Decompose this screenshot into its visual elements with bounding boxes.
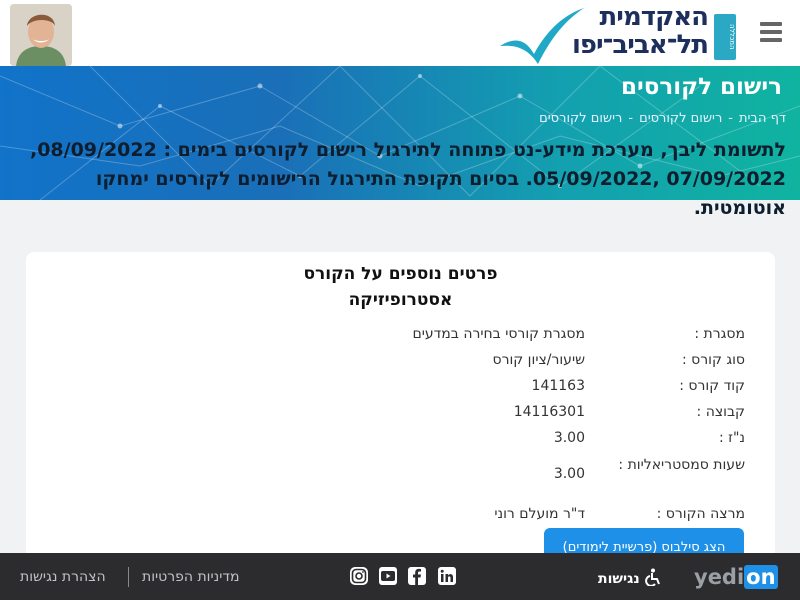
accessibility-button[interactable]: נגישות — [598, 568, 661, 587]
top-bar: האקדמית תל־אביב־יפו המכללה — [0, 0, 800, 68]
youtube-icon[interactable] — [379, 567, 397, 585]
detail-value: 3.00 — [553, 466, 585, 482]
page-title: רישום לקורסים — [621, 74, 782, 100]
card-title: פרטים נוספים על הקורס — [303, 264, 498, 284]
detail-label: קוד קורס : — [679, 378, 745, 394]
user-avatar[interactable] — [10, 4, 72, 66]
breadcrumb-separator: - — [728, 111, 733, 126]
linkedin-icon[interactable] — [438, 567, 456, 585]
footer-divider — [128, 567, 129, 587]
instagram-icon[interactable] — [350, 567, 368, 585]
logo-main-text: האקדמית — [599, 2, 709, 32]
detail-label: מרצה הקורס : — [656, 506, 745, 522]
detail-value: 141163 — [531, 378, 585, 394]
hamburger-menu-icon[interactable] — [760, 22, 782, 42]
detail-label: נ"ז : — [718, 430, 745, 446]
footer: yedion נגישות מדיניות הפרטיות הצהרת נגיש… — [0, 553, 800, 600]
logo-vertical-text: המכללה — [714, 14, 736, 60]
accessibility-label: נגישות — [598, 571, 640, 587]
privacy-policy-link[interactable]: מדיניות הפרטיות — [142, 569, 240, 585]
breadcrumb-course-registration[interactable]: רישום לקורסים — [639, 111, 722, 126]
detail-value: ד"ר מועלם רוני — [494, 506, 585, 522]
wheelchair-icon — [644, 568, 660, 587]
detail-value: מסגרת קורסי בחירה במדעים — [412, 326, 585, 342]
yedion-prefix: yedi — [694, 565, 745, 589]
avatar-photo-icon — [10, 4, 72, 66]
yedion-logo: yedion — [694, 565, 778, 589]
course-details-card: פרטים נוספים על הקורס אסטרופיזיקה מסגרת … — [26, 252, 775, 582]
breadcrumb-separator: - — [628, 111, 634, 126]
detail-value: שיעור/ציון קורס — [492, 352, 586, 368]
detail-label: מסגרת : — [694, 326, 745, 342]
registration-notice: לתשומת ליבך, מערכת מידע-נט פתוחה לתירגול… — [29, 139, 786, 219]
detail-value: 14116301 — [513, 404, 585, 420]
breadcrumb-current: רישום לקורסים — [539, 111, 623, 126]
yedion-suffix: on — [744, 565, 778, 589]
logo-sub-text: תל־אביב־יפו — [571, 30, 709, 60]
college-logo[interactable]: האקדמית תל־אביב־יפו המכללה — [496, 0, 742, 68]
detail-label: קבוצה : — [696, 404, 745, 420]
course-name: אסטרופיזיקה — [348, 290, 453, 310]
breadcrumb-home[interactable]: דף הבית — [739, 111, 786, 126]
facebook-icon[interactable] — [408, 567, 426, 585]
detail-label: שעות סמסטריאליות : — [618, 457, 745, 473]
breadcrumb: דף הבית-רישום לקורסים-רישום לקורסים — [539, 111, 786, 126]
detail-label: סוג קורס : — [681, 352, 745, 368]
detail-value: 3.00 — [553, 430, 585, 446]
accessibility-statement-link[interactable]: הצהרת נגישות — [20, 569, 106, 585]
